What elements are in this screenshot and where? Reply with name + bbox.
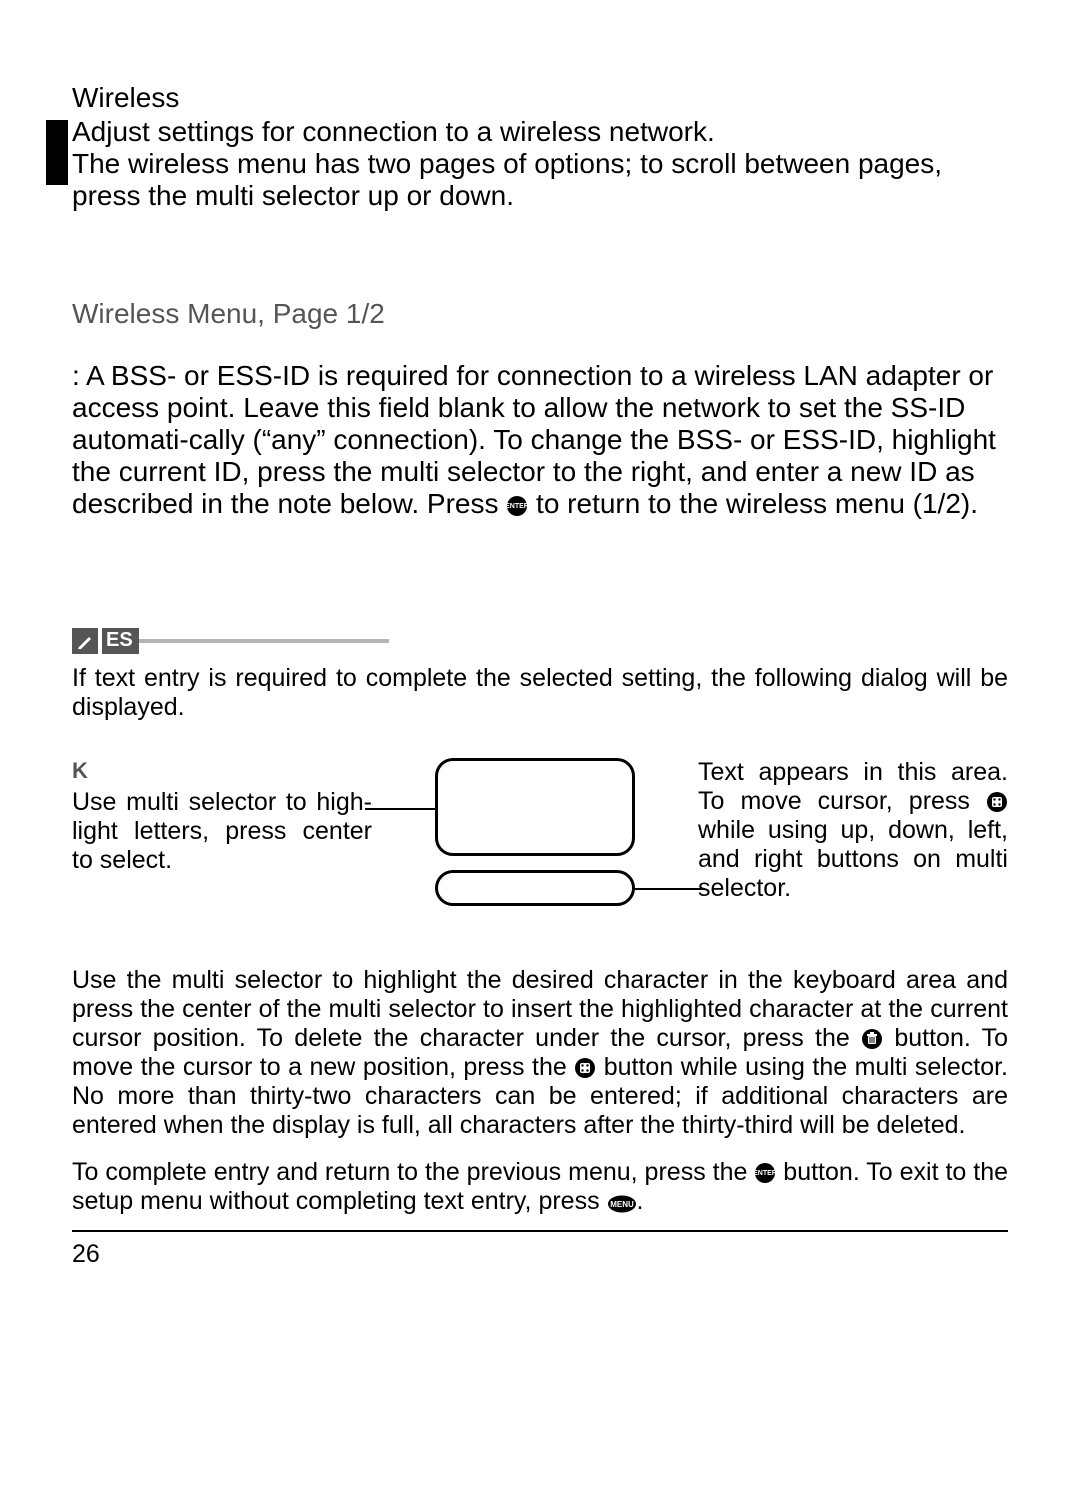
- keyboard-right-callout: Text appears in this area. To move curso…: [698, 758, 1008, 903]
- note-p3-c: .: [637, 1187, 644, 1215]
- zoom-icon: [574, 1057, 596, 1079]
- kb-right-a: Text appears in this area. To move curso…: [698, 758, 1008, 815]
- trash-icon: [861, 1028, 883, 1050]
- page-number: 26: [72, 1240, 1008, 1269]
- intro-line-1: Adjust settings for connection to a wire…: [72, 116, 715, 147]
- svg-text:ENTER: ENTER: [506, 503, 528, 510]
- svg-text:MENU: MENU: [610, 1200, 634, 1209]
- ssid-paragraph: : A BSS- or ESS-ID is required for conne…: [72, 360, 1008, 520]
- note-header: ES: [72, 628, 1008, 654]
- keyboard-left-callout: K Use multi selector to high-light lette…: [72, 758, 372, 875]
- note-usage-paragraph: Use the multi selector to highlight the …: [72, 966, 1008, 1140]
- text-field-box: [435, 870, 635, 906]
- section-title: Wireless: [72, 82, 1008, 114]
- manual-page: Wireless Adjust settings for connection …: [0, 0, 1080, 1486]
- keyboard-right-text: Text appears in this area. To move curso…: [698, 758, 1008, 903]
- ssid-text-after: to return to the wireless menu (1/2).: [528, 488, 978, 519]
- keyboard-diagram: [405, 758, 665, 928]
- enter-icon: ENTER: [506, 495, 528, 517]
- svg-text:ENTER: ENTER: [754, 1170, 776, 1177]
- note-intro: If text entry is required to complete th…: [72, 664, 1008, 722]
- keyboard-area-label: K: [72, 758, 372, 784]
- keyboard-diagram-row: K Use multi selector to high-light lette…: [72, 758, 1008, 928]
- leader-line-right: [635, 888, 705, 890]
- intro-paragraph: Adjust settings for connection to a wire…: [72, 116, 1008, 212]
- note-completion-paragraph: To complete entry and return to the prev…: [72, 1158, 1008, 1216]
- note-header-rule: [139, 639, 389, 643]
- keyboard-left-text: Use multi selector to high-light letters…: [72, 788, 372, 875]
- wireless-menu-subheading: Wireless Menu, Page 1/2: [72, 298, 1008, 330]
- pencil-icon: [72, 628, 98, 654]
- note-header-label: ES: [102, 628, 139, 654]
- footer-rule: [72, 1230, 1008, 1232]
- leader-line-left: [365, 808, 435, 810]
- section-tab: [46, 120, 68, 185]
- menu-icon: MENU: [607, 1195, 637, 1213]
- keyboard-box: [435, 758, 635, 856]
- kb-right-b: while using up, down, left, and right bu…: [698, 816, 1008, 902]
- enter-icon: ENTER: [754, 1162, 776, 1184]
- intro-line-2: The wireless menu has two pages of optio…: [72, 148, 942, 211]
- note-p3-a: To complete entry and return to the prev…: [72, 1158, 754, 1186]
- zoom-icon: [986, 791, 1008, 813]
